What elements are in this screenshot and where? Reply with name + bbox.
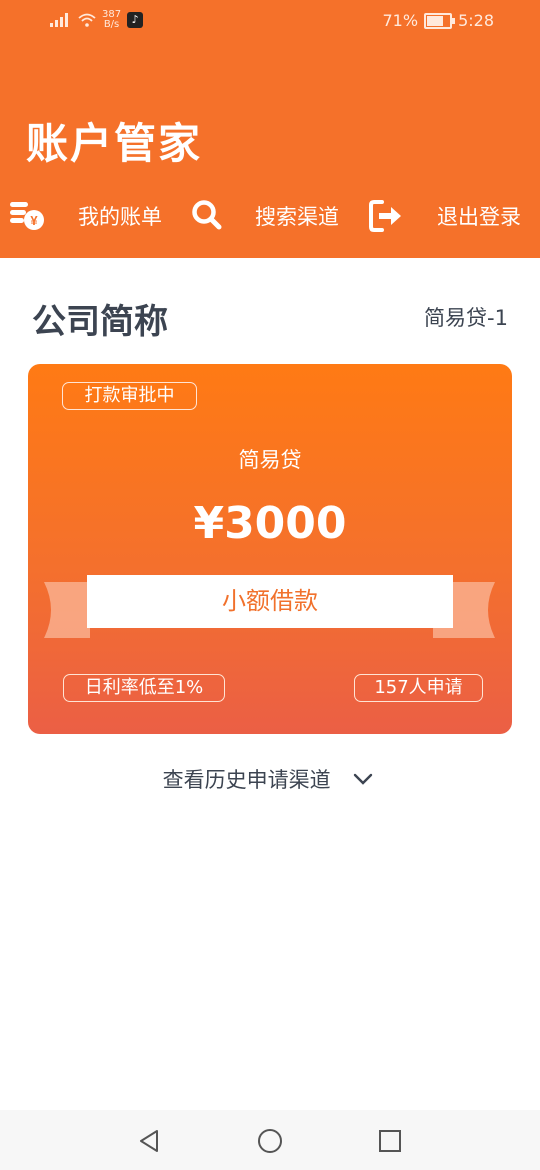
battery-percent: 71% <box>382 11 419 30</box>
applicants-badge: 157人申请 <box>354 674 483 702</box>
home-icon[interactable] <box>255 1126 285 1156</box>
header: 387 B/s ♪ 71% 5:28 账户管家 ¥ 我的账单 搜索渠道 退出登录 <box>0 0 540 258</box>
product-tag: 简易贷-1 <box>424 306 508 330</box>
top-nav: ¥ 我的账单 搜索渠道 退出登录 <box>0 194 540 238</box>
loan-card[interactable]: 打款审批中 简易贷 ¥3000 小额借款 日利率低至1% 157人申请 <box>28 364 512 734</box>
status-badge: 打款审批中 <box>62 382 197 410</box>
battery-icon <box>424 12 456 29</box>
signal-icon <box>50 13 72 27</box>
nav-logout[interactable]: 退出登录 <box>437 194 521 238</box>
card-amount: ¥3000 <box>193 498 347 549</box>
history-channels-toggle[interactable]: 查看历史申请渠道 <box>0 764 540 794</box>
app-screen: 387 B/s ♪ 71% 5:28 账户管家 ¥ 我的账单 搜索渠道 退出登录… <box>0 0 540 1170</box>
system-nav-bar <box>0 1110 540 1170</box>
status-bar: 387 B/s ♪ 71% 5:28 <box>0 0 540 44</box>
svg-text:¥: ¥ <box>30 213 38 228</box>
company-name: 公司简称 <box>32 302 168 342</box>
recents-icon[interactable] <box>375 1126 405 1156</box>
rate-badge: 日利率低至1% <box>63 674 225 702</box>
bill-yen-icon[interactable]: ¥ <box>8 198 46 234</box>
search-icon[interactable] <box>190 198 224 232</box>
clock: 5:28 <box>458 11 494 30</box>
loan-type-banner: 小额借款 <box>87 575 453 628</box>
back-icon[interactable] <box>135 1126 165 1156</box>
app-title: 账户管家 <box>26 119 203 168</box>
nav-search-channel[interactable]: 搜索渠道 <box>255 194 339 238</box>
wifi-icon <box>78 13 96 27</box>
nav-my-bills[interactable]: 我的账单 <box>78 194 162 238</box>
card-product-name: 简易贷 <box>238 448 302 472</box>
tiktok-notification-icon: ♪ <box>127 12 144 28</box>
network-speed: 387 B/s <box>102 9 122 30</box>
logout-icon[interactable] <box>368 198 404 234</box>
ribbon-left-decoration <box>44 582 90 638</box>
history-label: 查看历史申请渠道 <box>162 768 331 792</box>
chevron-down-icon <box>354 773 373 785</box>
